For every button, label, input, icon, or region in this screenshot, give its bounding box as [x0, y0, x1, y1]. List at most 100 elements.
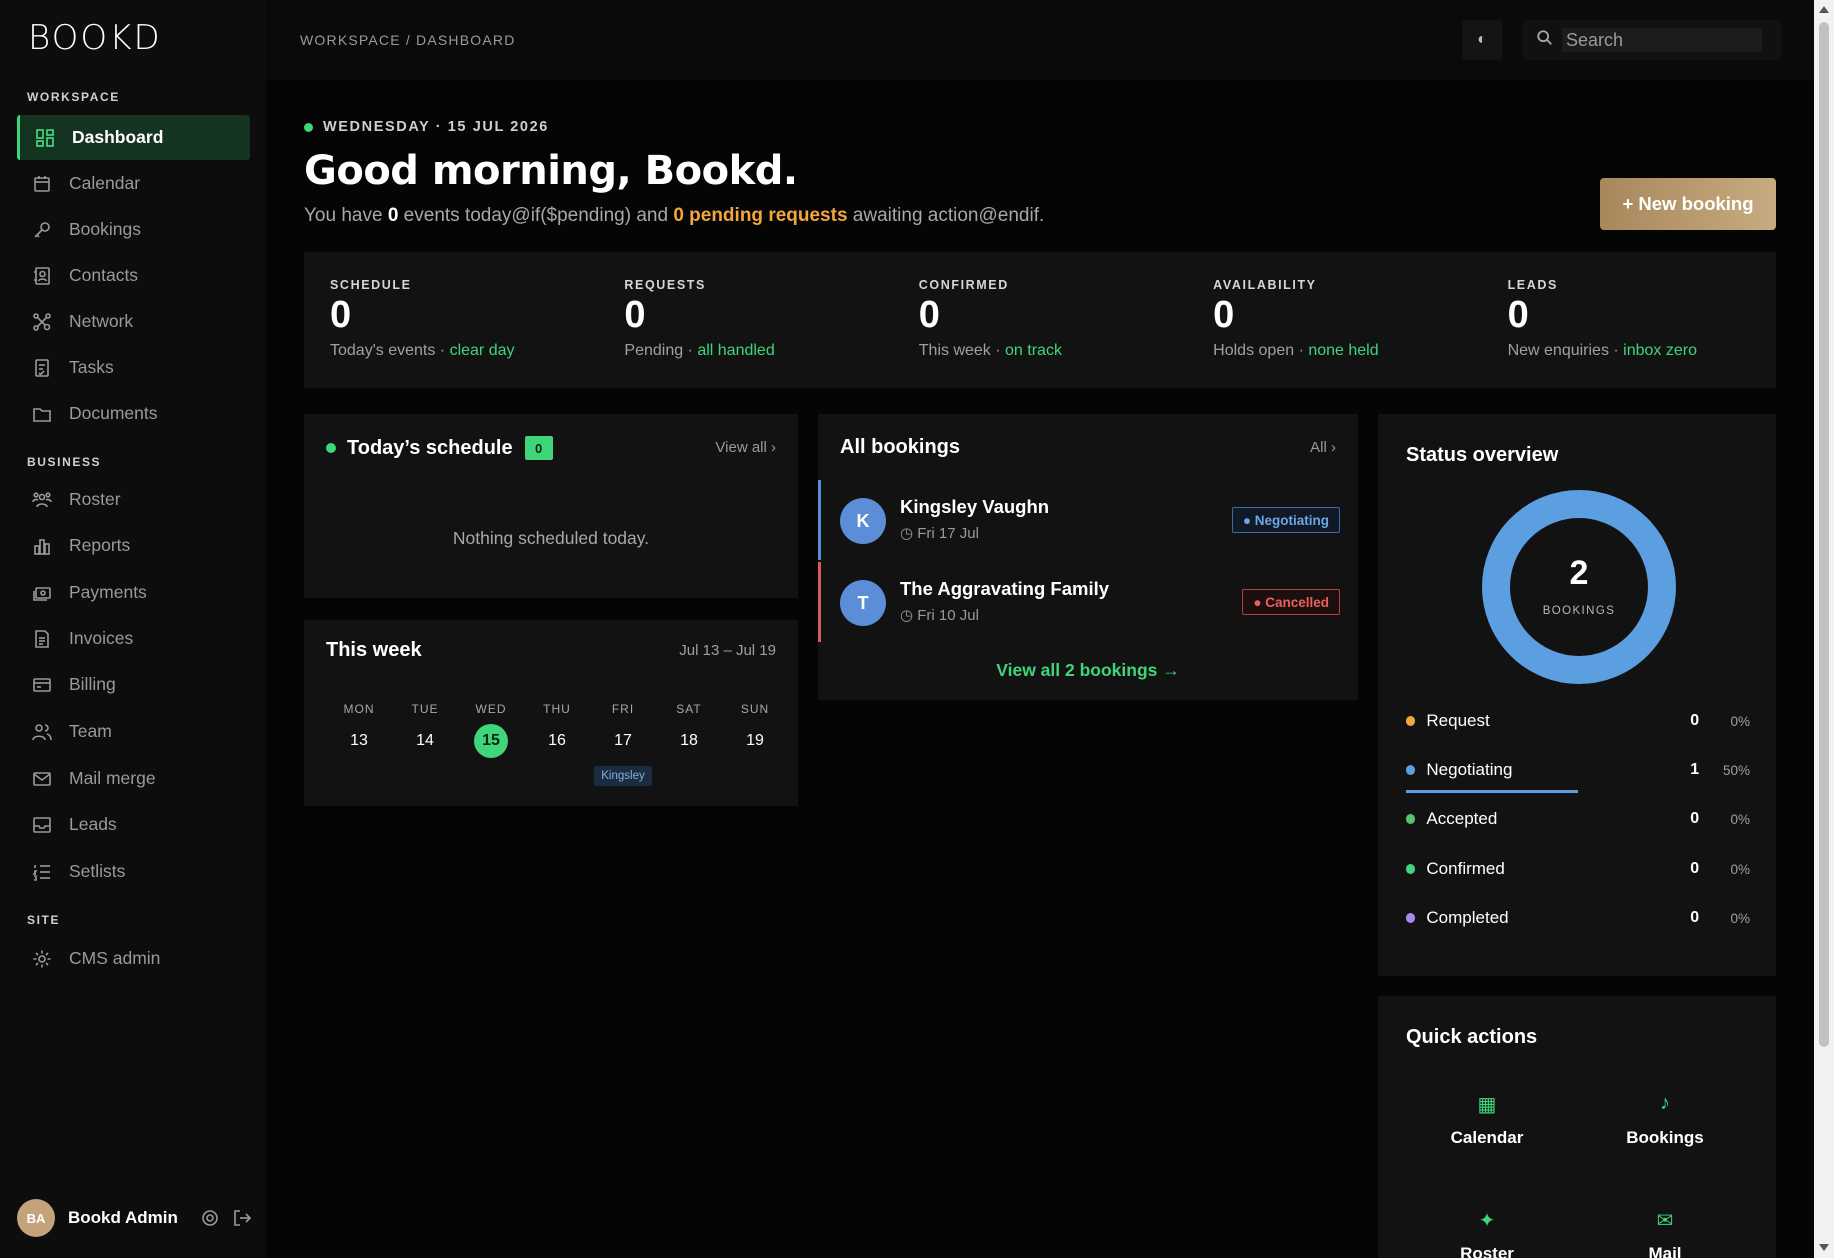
sidebar-item-reports[interactable]: Reports [17, 523, 250, 568]
day-name: TUE [411, 702, 439, 716]
sidebar-item-billing[interactable]: Billing [17, 662, 250, 707]
quick-action-calendar[interactable]: ▦ Calendar [1412, 1092, 1562, 1148]
new-booking-button[interactable]: + New booking [1600, 178, 1776, 230]
quick-actions-card: Quick actions ▦ Calendar ♪ Bookings ✦ Ro… [1378, 996, 1776, 1258]
quick-action-bookings[interactable]: ♪ Bookings [1590, 1092, 1740, 1148]
breadcrumb: WORKSPACE / DASHBOARD [300, 32, 516, 48]
greeting-subtitle: You have 0 events today@if($pending) and… [304, 205, 1044, 227]
user-menu[interactable]: BA Bookd Admin [17, 1198, 257, 1238]
theme-toggle-button[interactable]: ◐ [1462, 20, 1502, 60]
day-fri[interactable]: FRI 17 Kingsley [590, 702, 656, 786]
live-dot [304, 122, 313, 132]
avatar: BA [17, 1199, 55, 1237]
stat-status: inbox zero [1623, 341, 1697, 359]
quick-action-roster[interactable]: ✦ Roster [1412, 1208, 1562, 1258]
day-wed[interactable]: WED 15 [458, 702, 524, 786]
scroll-down-arrow[interactable] [1819, 1244, 1829, 1251]
sidebar-item-dashboard[interactable]: Dashboard [17, 115, 250, 160]
day-name: THU [543, 702, 571, 716]
view-all-bookings-link[interactable]: View all 2 bookings → [818, 660, 1358, 681]
stat-leads[interactable]: LEADS 0 New enquiries · inbox zero [1482, 252, 1776, 388]
status-row-completed[interactable]: Completed 0 0% [1406, 903, 1750, 933]
search-input[interactable] [1562, 28, 1762, 52]
day-sun[interactable]: SUN 19 [722, 702, 788, 786]
status-percent: 0% [1730, 861, 1750, 877]
stat-value: 0 [1213, 294, 1235, 336]
all-bookings-link[interactable]: All › [1310, 439, 1336, 456]
payments-icon [32, 583, 52, 603]
status-row-negotiating[interactable]: Negotiating 1 50% [1406, 755, 1750, 785]
music-note-icon: ♪ [1660, 1092, 1670, 1114]
logout-icon[interactable] [232, 1208, 252, 1228]
today-marker: 15 [474, 724, 508, 758]
this-week-card: This week Jul 13 – Jul 19 MON 13 TUE 14 WE… [304, 620, 798, 806]
sidebar-item-tasks[interactable]: Tasks [17, 345, 250, 390]
sidebar-item-cms-admin[interactable]: CMS admin [17, 936, 250, 981]
card-title: Status overview [1406, 444, 1559, 466]
sidebar-item-mail-merge[interactable]: Mail merge [17, 756, 250, 801]
sidebar-item-network[interactable]: Network [17, 299, 250, 344]
section-label-workspace: WORKSPACE [27, 90, 120, 104]
status-row-confirmed[interactable]: Confirmed 0 0% [1406, 854, 1750, 884]
empty-state: Nothing scheduled today. [452, 528, 650, 548]
stat-confirmed[interactable]: CONFIRMED 0 This week · on track [893, 252, 1187, 388]
sidebar-item-documents[interactable]: Documents [17, 391, 250, 436]
network-icon [32, 312, 52, 332]
todays-schedule-card: Today’s schedule 0 View all › Nothing sc… [304, 414, 798, 598]
day-mon[interactable]: MON 13 [326, 702, 392, 786]
quick-action-label: Roster [1460, 1244, 1514, 1258]
booking-row[interactable]: K Kingsley Vaughn ◷ Fri 17 Jul ● Negotia… [818, 480, 1358, 560]
sidebar-item-team[interactable]: Team [17, 709, 250, 754]
sidebar-item-label: Leads [69, 814, 117, 834]
status-row-accepted[interactable]: Accepted 0 0% [1406, 804, 1750, 834]
card-header: Today’s schedule 0 [326, 436, 553, 460]
view-all-link[interactable]: View all › [715, 439, 776, 456]
status-dot [326, 443, 336, 453]
count-badge: 0 [524, 436, 553, 460]
pending-requests-link[interactable]: 0 pending requests [673, 205, 847, 226]
stat-label: CONFIRMED [918, 278, 1009, 292]
page-scrollbar[interactable] [1814, 0, 1834, 1258]
sidebar-item-bookings[interactable]: Bookings [17, 207, 250, 252]
sidebar-item-roster[interactable]: Roster [17, 477, 250, 522]
sidebar-item-payments[interactable]: Payments [17, 570, 250, 615]
user-name: Bookd Admin [68, 1208, 178, 1227]
contacts-icon [32, 266, 52, 286]
status-count: 0 [1690, 909, 1700, 926]
day-tue[interactable]: TUE 14 [392, 702, 458, 786]
top-bar: WORKSPACE / DASHBOARD ◐ [266, 0, 1814, 80]
booking-row[interactable]: T The Aggravating Family ◷ Fri 10 Jul ● … [818, 562, 1358, 642]
stat-schedule[interactable]: SCHEDULE 0 Today's events · clear day [304, 252, 598, 388]
quick-action-mail[interactable]: ✉ Mail [1590, 1208, 1740, 1258]
sidebar-item-setlists[interactable]: Setlists [17, 849, 250, 894]
booking-name: Kingsley Vaughn [900, 496, 1050, 517]
day-sat[interactable]: SAT 18 [656, 702, 722, 786]
sidebar-item-leads[interactable]: Leads [17, 802, 250, 847]
sidebar-item-label: CMS admin [69, 948, 161, 968]
page-title: Good morning, Bookd. [304, 148, 798, 194]
app-logo[interactable]: BOOKD [28, 18, 162, 58]
mail-icon: ✉ [1656, 1210, 1674, 1232]
subtitle-text: You have [304, 205, 388, 226]
team-icon [32, 722, 52, 742]
dashboard-icon [35, 128, 55, 148]
event-chip[interactable]: Kingsley [594, 766, 652, 786]
sidebar-item-invoices[interactable]: Invoices [17, 616, 250, 661]
scroll-thumb[interactable] [1819, 22, 1829, 1047]
date-line: WEDNESDAY · 15 JUL 2026 [304, 119, 549, 135]
sidebar-item-contacts[interactable]: Contacts [17, 253, 250, 298]
calendar-icon: ▦ [1477, 1094, 1497, 1116]
stat-availability[interactable]: AVAILABILITY 0 Holds open · none held [1187, 252, 1481, 388]
status-row-request[interactable]: Request 0 0% [1406, 706, 1750, 736]
settings-icon[interactable] [200, 1208, 220, 1228]
avatar: K [840, 498, 886, 544]
stat-requests[interactable]: REQUESTS 0 Pending · all handled [598, 252, 892, 388]
day-thu[interactable]: THU 16 [524, 702, 590, 786]
credit-card-icon [32, 675, 52, 695]
status-dot [1406, 864, 1416, 874]
sidebar-item-calendar[interactable]: Calendar [17, 161, 250, 206]
stats-strip: SCHEDULE 0 Today's events · clear day RE… [304, 252, 1776, 388]
status-name: Confirmed [1426, 859, 1505, 878]
sidebar-item-label: Invoices [69, 628, 134, 648]
scroll-up-arrow[interactable] [1819, 6, 1829, 13]
